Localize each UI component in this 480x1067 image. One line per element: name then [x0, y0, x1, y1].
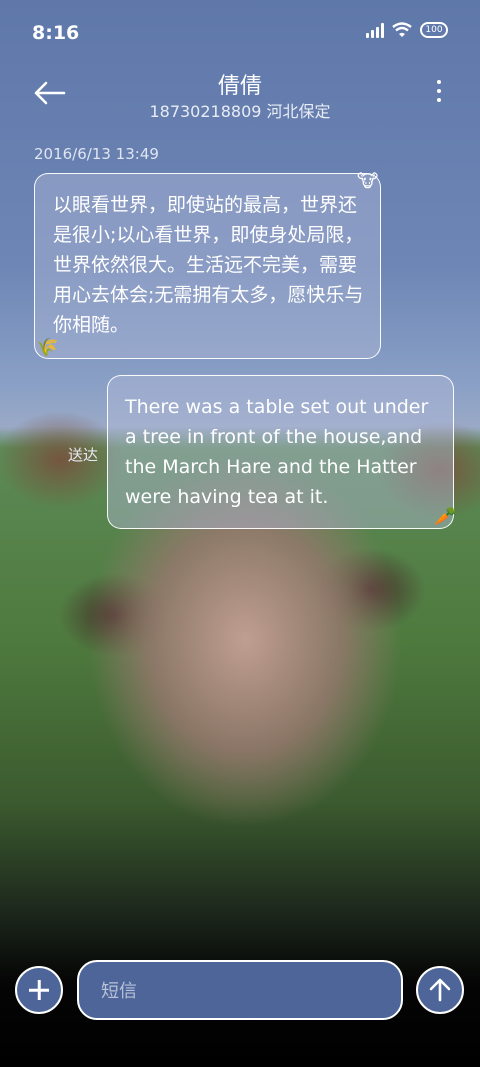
incoming-message-bubble[interactable]: 以眼看世界，即使站的最高，世界还是很小;以心看世界，即使身处局限，世界依然很大。…	[34, 173, 381, 359]
plus-icon[interactable]	[15, 966, 63, 1014]
send-arrow-icon	[429, 978, 451, 1002]
contact-name: 倩倩	[217, 74, 262, 99]
wheat-sticker-icon: 🌾	[36, 337, 59, 358]
message-timestamp: 2016/6/13 13:49	[34, 145, 159, 163]
contact-detail: 18730218809 河北保定	[149, 102, 331, 121]
cow-sticker-icon: 🐮	[357, 171, 379, 192]
status-time: 8:16	[32, 22, 80, 44]
message-text: There was a table set out under a tree i…	[125, 396, 429, 508]
battery-icon: 100	[420, 22, 448, 38]
message-input[interactable]: 短信	[77, 960, 403, 1020]
composer-bar: 短信	[0, 958, 480, 1020]
wifi-icon	[392, 22, 412, 37]
status-icons: 100	[366, 22, 448, 38]
message-input-placeholder: 短信	[101, 981, 137, 1002]
outgoing-message-bubble[interactable]: There was a table set out under a tree i…	[107, 375, 454, 529]
carrot-sticker-icon: 🥕	[434, 506, 457, 527]
chat-header: 倩倩 18730218809 河北保定	[0, 66, 480, 126]
send-button[interactable]	[416, 966, 464, 1014]
more-vert-icon[interactable]	[434, 80, 444, 110]
signal-icon	[366, 22, 384, 38]
message-text: 以眼看世界，即使站的最高，世界还是很小;以心看世界，即使身处局限，世界依然很大。…	[53, 194, 364, 336]
delivery-status: 送达	[68, 446, 99, 464]
status-bar: 8:16 100	[0, 0, 480, 68]
